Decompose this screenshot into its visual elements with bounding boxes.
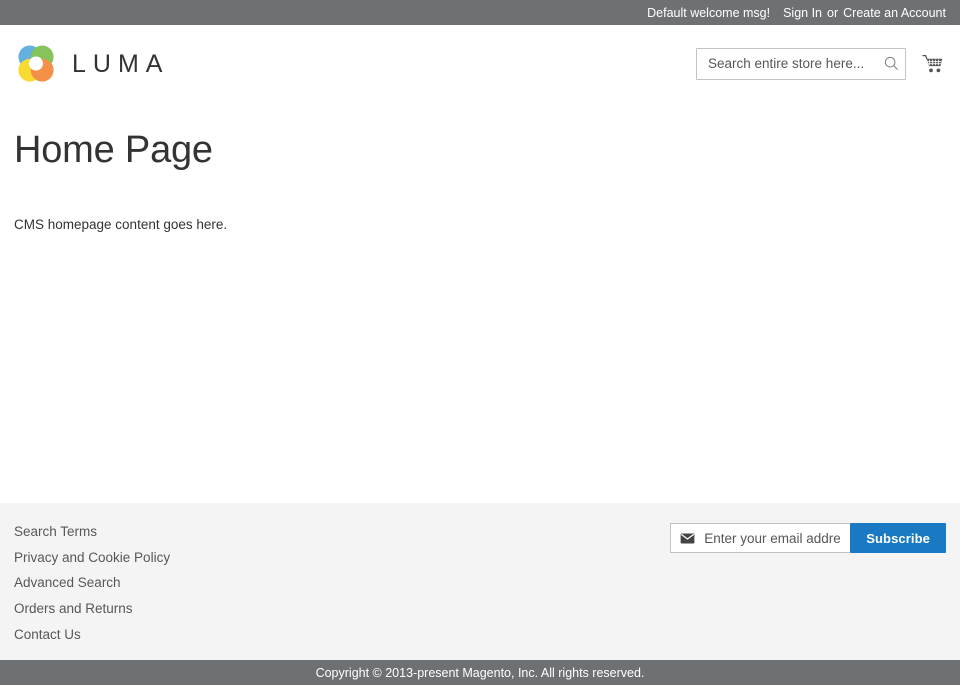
envelope-icon xyxy=(680,532,695,544)
footer-links-list: Search Terms Privacy and Cookie Policy A… xyxy=(14,523,170,651)
search-icon xyxy=(884,56,898,71)
list-item: Contact Us xyxy=(14,626,170,643)
cms-content-text: CMS homepage content goes here. xyxy=(14,216,228,232)
page-root: Default welcome msg! Sign In or Create a… xyxy=(0,0,960,685)
luma-flower-logo-icon xyxy=(18,45,54,82)
page-title: Home Page xyxy=(14,129,213,171)
footer-link-search-terms[interactable]: Search Terms xyxy=(14,524,97,539)
page-header: LUMA xyxy=(0,25,960,102)
list-item: Advanced Search xyxy=(14,574,170,591)
footer-link-orders-and-returns[interactable]: Orders and Returns xyxy=(14,601,133,616)
logo-text: LUMA xyxy=(72,49,170,78)
header-actions xyxy=(696,47,946,80)
welcome-message: Default welcome msg! xyxy=(647,5,771,20)
create-account-link[interactable]: Create an Account xyxy=(843,6,946,20)
newsletter-email-input[interactable] xyxy=(704,524,841,552)
list-item: Orders and Returns xyxy=(14,600,170,617)
subscribe-button[interactable]: Subscribe xyxy=(850,523,946,553)
top-panel-links: Default welcome msg! Sign In or Create a… xyxy=(647,6,946,20)
footer-link-advanced-search[interactable]: Advanced Search xyxy=(14,575,121,590)
list-item: Privacy and Cookie Policy xyxy=(14,549,170,566)
sign-in-link[interactable]: Sign In xyxy=(783,6,822,20)
link-separator: or xyxy=(827,5,839,20)
list-item: Search Terms xyxy=(14,523,170,540)
copyright-text: Copyright © 2013-present Magento, Inc. A… xyxy=(315,665,645,680)
logo-link[interactable]: LUMA xyxy=(14,42,169,86)
search-container xyxy=(696,47,906,80)
newsletter-field-wrap xyxy=(670,523,851,553)
copyright-bar: Copyright © 2013-present Magento, Inc. A… xyxy=(0,660,960,685)
shopping-cart-icon xyxy=(922,54,943,72)
main-content: Home Page CMS homepage content goes here… xyxy=(0,102,960,503)
search-input[interactable] xyxy=(696,47,906,80)
top-panel: Default welcome msg! Sign In or Create a… xyxy=(0,0,960,25)
footer-link-contact-us[interactable]: Contact Us xyxy=(14,627,81,642)
footer-link-privacy-policy[interactable]: Privacy and Cookie Policy xyxy=(14,550,170,565)
page-footer: Search Terms Privacy and Cookie Policy A… xyxy=(0,503,960,660)
newsletter-signup: Subscribe xyxy=(670,523,946,553)
search-button[interactable] xyxy=(876,48,906,80)
cart-link[interactable] xyxy=(920,48,946,80)
